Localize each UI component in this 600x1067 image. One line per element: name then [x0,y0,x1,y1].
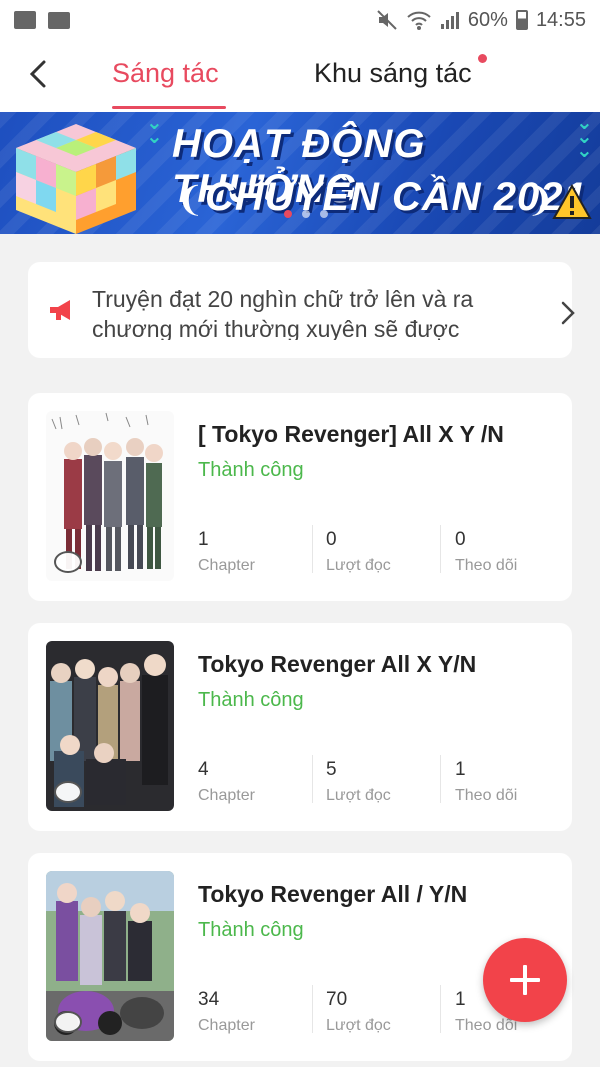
stat-chapter: 4 Chapter [198,759,318,805]
story-title: [ Tokyo Revenger] All X Y /N [198,421,504,447]
story-status: Thành công [198,919,304,941]
story-status: Thành công [198,689,304,711]
comment-icon [54,781,82,803]
divider [312,525,313,573]
stat-reads: 5 Lượt đọc [326,759,446,805]
carousel-dot [302,210,310,218]
notification-dot [478,54,487,63]
comment-icon [54,1011,82,1033]
divider [440,755,441,803]
stat-follows: 1 Theo dõi [455,759,575,805]
rubik-cube-graphic [16,124,136,234]
divider [440,525,441,573]
gallery-notification-icon [14,11,36,29]
promo-banner[interactable]: ⌄ ⌄ ⌄ ⌄ ⌄ HOẠT ĐỘNG THƯỞNG ❨ CHUYÊN CẦN 202… [0,112,600,234]
story-cover [46,411,174,581]
stat-reads: 0 Lượt đọc [326,529,446,575]
back-button[interactable] [20,54,56,94]
stat-value: 1 [455,759,466,780]
stat-value: 0 [455,529,466,550]
stat-chapter: 34 Chapter [198,989,318,1035]
divider [312,755,313,803]
signal-icon [440,12,459,29]
story-card[interactable]: Tokyo Revenger All X Y/N Thành công 4 Ch… [28,623,572,831]
stat-label: Chapter [198,557,255,574]
divider [440,985,441,1033]
stat-label: Chapter [198,787,255,804]
story-title: Tokyo Revenger All / Y/N [198,881,468,907]
story-status: Thành công [198,459,304,481]
story-card[interactable]: [ Tokyo Revenger] All X Y /N Thành công … [28,393,572,601]
chevron-left-icon [29,60,46,88]
stat-value: 1 [198,529,209,550]
stat-chapter: 1 Chapter [198,529,318,575]
tab-sang-tac[interactable]: Sáng tác [112,58,219,89]
story-title: Tokyo Revenger All X Y/N [198,651,477,677]
plus-icon [510,965,540,995]
tab-khu-sang-tac[interactable]: Khu sáng tác [314,58,472,89]
carousel-indicator [284,210,328,218]
stat-label: Theo dõi [455,787,518,804]
stat-label: Lượt đọc [326,557,391,574]
laurel-left-icon: ❨ [176,181,205,219]
warning-icon [552,184,592,219]
status-bar: 60% 14:55 [0,0,600,40]
stat-value: 0 [326,529,337,550]
active-tab-indicator [112,106,226,109]
stat-value: 5 [326,759,337,780]
chevron-decor-icon: ⌄ ⌄ [146,112,163,148]
carousel-dot [284,210,292,218]
clock: 14:55 [535,8,586,31]
battery-percent: 60% [467,8,508,31]
carousel-dot [320,210,328,218]
announcement-bar[interactable]: Truyện đạt 20 nghìn chữ trở lên và ra ch… [28,262,575,358]
stat-label: Theo dõi [455,557,518,574]
story-cover [46,641,174,811]
chevron-right-icon [561,301,575,325]
comment-icon [54,551,82,573]
stat-value: 70 [326,989,348,1010]
battery-icon [515,10,528,30]
add-story-button[interactable] [483,938,567,1022]
announcement-text: Truyện đạt 20 nghìn chữ trở lên và ra ch… [92,286,474,340]
mute-icon [377,10,397,30]
stat-label: Lượt đọc [326,787,391,804]
top-nav: Sáng tác Khu sáng tác [0,40,600,112]
stat-follows: 0 Theo dõi [455,529,575,575]
divider [312,985,313,1033]
megaphone-icon [50,300,70,320]
folder-notification-icon [48,11,70,29]
stat-label: Chapter [198,1017,255,1034]
stat-value: 34 [198,989,220,1010]
story-cover [46,871,174,1041]
laurel-right-icon: ❩ [526,181,555,219]
stat-reads: 70 Lượt đọc [326,989,446,1035]
stat-value: 4 [198,759,209,780]
wifi-icon [407,11,431,30]
stat-label: Lượt đọc [326,1017,391,1034]
